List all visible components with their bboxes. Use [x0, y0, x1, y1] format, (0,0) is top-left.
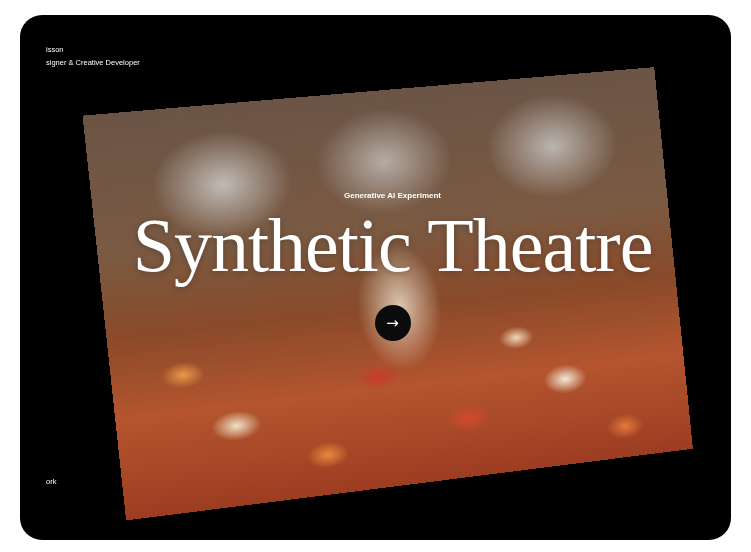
device-frame: issonsigner & Creative DeveloperGenerati…	[20, 15, 731, 540]
hero-photo	[83, 67, 693, 520]
page: issonsigner & Creative DeveloperGenerati…	[0, 0, 751, 552]
hero-title: Synthetic Theatre	[133, 207, 653, 283]
next-button[interactable]: →	[375, 305, 411, 341]
work-link[interactable]: ork	[46, 477, 56, 486]
author-role: signer & Creative Developer	[46, 58, 705, 68]
hero: Generative AI Experiment Synthetic Theatr…	[20, 15, 731, 540]
arrow-icon: →	[386, 314, 399, 332]
header: isson signer & Creative Developer	[46, 45, 705, 68]
author-name[interactable]: isson	[46, 45, 705, 55]
footer: ork	[46, 470, 705, 488]
hero-eyebrow: Generative AI Experiment	[344, 191, 441, 201]
